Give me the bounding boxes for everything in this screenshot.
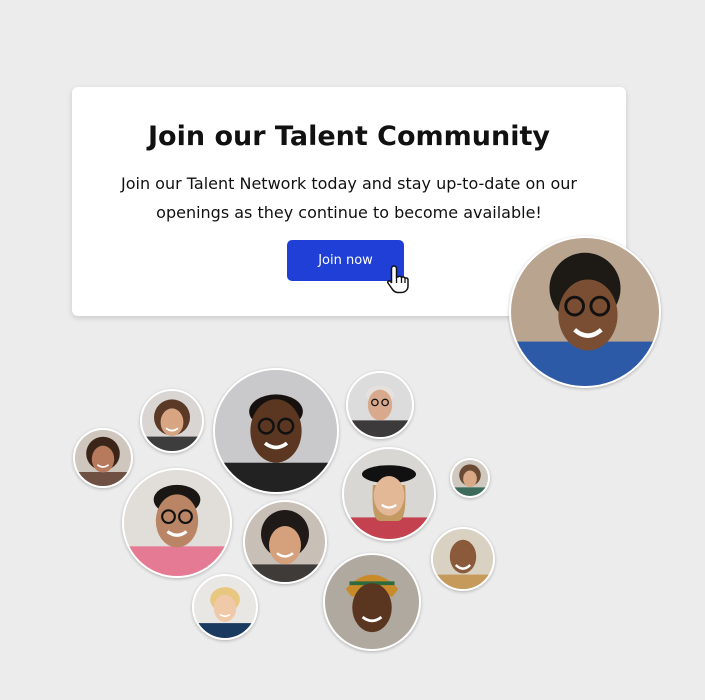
person-avatar-icon [75, 430, 131, 486]
avatar-woman-glasses-large [509, 236, 661, 388]
avatar-man-glasses-center [213, 368, 339, 494]
person-avatar-icon [325, 555, 419, 649]
pointer-hand-cursor-icon [387, 265, 409, 294]
person-avatar-icon [348, 373, 412, 437]
person-avatar-icon [124, 470, 230, 576]
person-avatar-icon [433, 529, 493, 589]
avatar-woman-short-hair [192, 574, 258, 640]
avatar-woman-hat [342, 447, 436, 541]
person-avatar-icon [452, 460, 488, 496]
avatar-woman-small-right [450, 458, 490, 498]
avatar-woman-headwrap [323, 553, 421, 651]
avatar-older-man [346, 371, 414, 439]
person-avatar-icon [194, 576, 256, 638]
avatar-woman-smiling [140, 389, 204, 453]
person-avatar-icon [215, 370, 337, 492]
avatar-man-pink-shirt [122, 468, 232, 578]
avatar-woman-bun [243, 500, 327, 584]
person-avatar-icon [344, 449, 434, 539]
person-avatar-icon [511, 238, 659, 386]
person-avatar-icon [142, 391, 202, 451]
avatar-woman-left [73, 428, 133, 488]
person-avatar-icon [245, 502, 325, 582]
avatar-woman-laughing [431, 527, 495, 591]
card-title: Join our Talent Community [147, 121, 551, 152]
card-description: Join our Talent Network today and stay u… [120, 174, 577, 222]
